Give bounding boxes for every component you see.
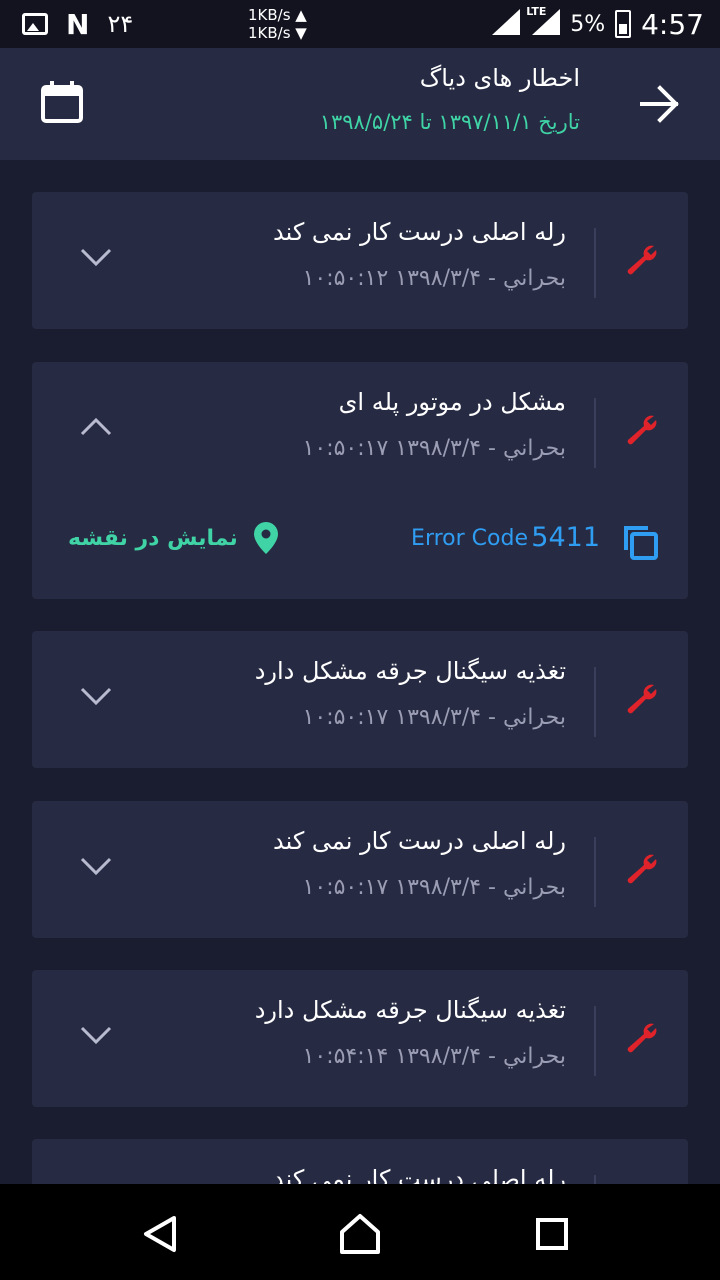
battery-icon	[615, 10, 632, 38]
date-range: تاریخ ۱۳۹۷/۱۱/۱ تا ۱۳۹۸/۵/۲۴	[319, 110, 580, 134]
chevron-down-icon[interactable]	[78, 244, 114, 268]
error-code-label: Error Code	[411, 526, 528, 551]
alert-title: رله اصلی درست کار نمی کند	[272, 1165, 566, 1184]
alert-title: تغذیه سیگنال جرقه مشکل دارد	[254, 657, 566, 685]
wrench-icon	[627, 245, 657, 275]
alert-card[interactable]: رله اصلی درست کار نمی کند	[32, 1139, 688, 1184]
chevron-down-icon[interactable]	[78, 683, 114, 707]
alert-card[interactable]: رله اصلی درست کار نمی کند بحراني - ۱۳۹۸/…	[32, 801, 688, 938]
alert-title: رله اصلی درست کار نمی کند	[272, 827, 566, 855]
chevron-down-icon[interactable]	[78, 1022, 114, 1046]
gallery-notification-icon	[22, 13, 48, 35]
wrench-icon	[627, 684, 657, 714]
alert-meta: بحراني - ۱۳۹۸/۳/۴ ۱۰:۵۰:۱۷	[302, 436, 566, 461]
alert-title: تغذیه سیگنال جرقه مشکل دارد	[254, 996, 566, 1024]
notification-count: ۲۴	[107, 10, 134, 38]
download-speed: 1KB/s ▼	[248, 24, 307, 42]
wrench-icon	[627, 415, 657, 445]
wrench-icon	[627, 854, 657, 884]
alert-title: مشکل در موتور پله ای	[338, 388, 566, 416]
map-pin-icon	[253, 522, 278, 554]
battery-percent: 5%	[570, 11, 606, 37]
nav-home-icon[interactable]	[338, 1212, 382, 1256]
alert-card[interactable]: رله اصلی درست کار نمی کند بحراني - ۱۳۹۸/…	[32, 192, 688, 329]
chevron-down-icon[interactable]	[78, 853, 114, 877]
clock: 4:57	[641, 7, 704, 41]
nav-recents-icon[interactable]	[536, 1218, 568, 1250]
divider	[594, 1175, 596, 1184]
divider	[594, 667, 596, 737]
app-header: اخطار های دیاگ تاریخ ۱۳۹۷/۱۱/۱ تا ۱۳۹۸/۵…	[0, 48, 720, 160]
status-right: LTE 5% 4:57	[490, 0, 704, 48]
divider	[594, 398, 596, 468]
calendar-icon[interactable]	[38, 78, 86, 126]
alert-meta: بحراني - ۱۳۹۸/۳/۴ ۱۰:۵۴:۱۴	[302, 1044, 566, 1069]
network-speed: 1KB/s ▲ 1KB/s ▼	[248, 6, 307, 42]
show-on-map-link[interactable]: نمایش در نقشه	[68, 520, 280, 556]
upload-speed: 1KB/s ▲	[248, 6, 307, 24]
alert-card[interactable]: تغذیه سیگنال جرقه مشکل دارد بحراني - ۱۳۹…	[32, 631, 688, 768]
divider	[594, 1006, 596, 1076]
wrench-icon	[627, 1023, 657, 1053]
alert-meta: بحراني - ۱۳۹۸/۳/۴ ۱۰:۵۰:۱۲	[302, 266, 566, 291]
page-title: اخطار های دیاگ	[419, 64, 580, 92]
divider	[594, 228, 596, 298]
alert-card-expanded[interactable]: مشکل در موتور پله ای بحراني - ۱۳۹۸/۳/۴ ۱…	[32, 362, 688, 599]
alert-title: رله اصلی درست کار نمی کند	[272, 218, 566, 246]
alert-meta: بحراني - ۱۳۹۸/۳/۴ ۱۰:۵۰:۱۷	[302, 705, 566, 730]
system-nav-bar	[0, 1184, 720, 1280]
cell-signal-icon: LTE	[526, 5, 561, 39]
n-notification-icon: N	[66, 7, 90, 41]
status-bar: N ۲۴ 1KB/s ▲ 1KB/s ▼ LTE 5% 4:57	[0, 0, 720, 48]
network-type: LTE	[526, 5, 547, 18]
alert-details: 5411 Error Code نمایش در نقشه	[32, 512, 688, 572]
error-code-value: 5411	[531, 522, 600, 553]
show-on-map-label: نمایش در نقشه	[68, 525, 238, 551]
status-left: N ۲۴	[22, 0, 133, 48]
nav-back-icon[interactable]	[140, 1214, 180, 1254]
wifi-signal-icon	[490, 9, 521, 39]
alert-card[interactable]: تغذیه سیگنال جرقه مشکل دارد بحراني - ۱۳۹…	[32, 970, 688, 1107]
chevron-up-icon[interactable]	[78, 414, 114, 438]
alert-list: رله اصلی درست کار نمی کند بحراني - ۱۳۹۸/…	[0, 160, 720, 1184]
arrow-right-icon[interactable]	[636, 80, 684, 128]
divider	[594, 837, 596, 907]
copy-icon[interactable]	[620, 522, 660, 562]
alert-meta: بحراني - ۱۳۹۸/۳/۴ ۱۰:۵۰:۱۷	[302, 875, 566, 900]
